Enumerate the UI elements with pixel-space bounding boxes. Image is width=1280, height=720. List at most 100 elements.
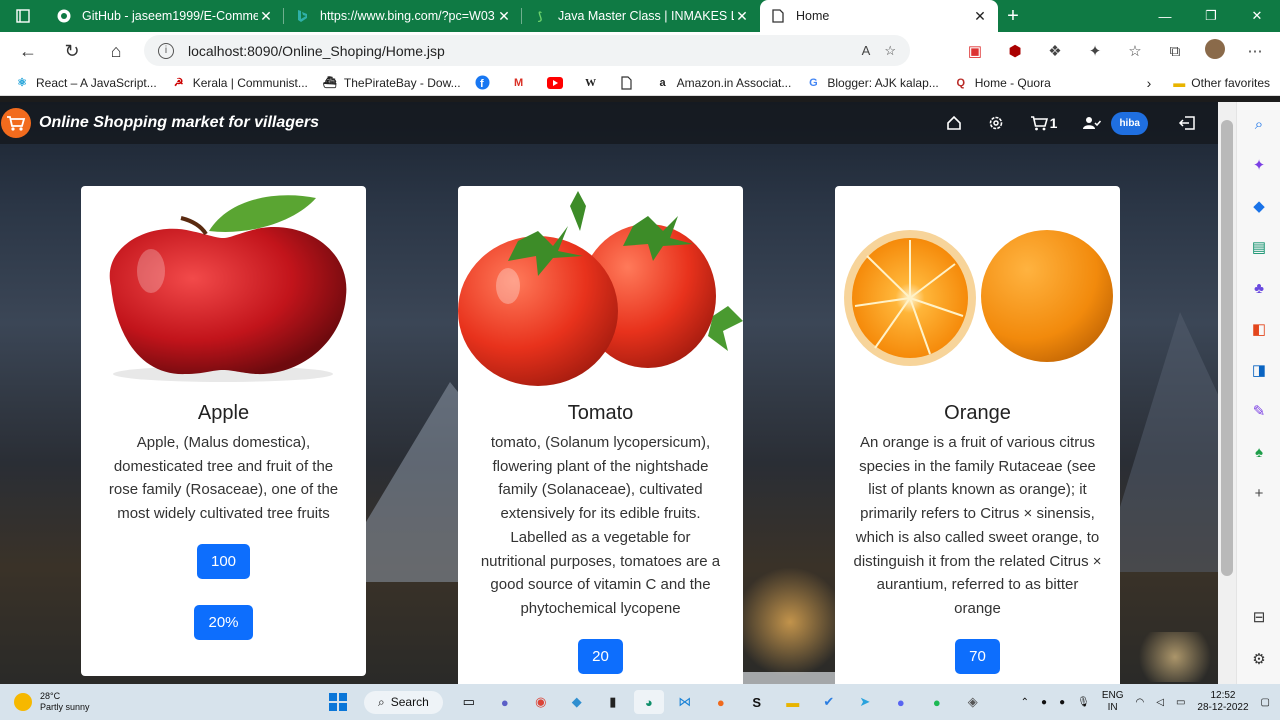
page-scrollbar[interactable] [1218,102,1236,684]
refresh-icon[interactable]: ↻ [50,32,94,70]
tab-inmakes[interactable]: ⟆ Java Master Class | INMAKES LEA ✕ [522,0,760,32]
read-aloud-icon[interactable]: A [862,43,871,58]
more-icon[interactable]: ⋯ [1238,42,1272,60]
tray-app-icon[interactable]: ● [1041,697,1047,708]
avatar[interactable] [1198,38,1232,64]
file-explorer-icon[interactable]: ▬ [778,690,808,714]
collections-icon[interactable]: ⧉ [1158,43,1192,60]
favorite-item[interactable]: a Amazon.in Associat... [655,75,792,91]
weather-widget[interactable]: 28°C Partly sunny [14,691,90,713]
close-icon[interactable]: ✕ [972,8,988,25]
shopping-icon[interactable]: ◆ [1237,186,1280,227]
price-button[interactable]: 70 [955,638,1000,674]
url-text[interactable]: localhost:8090/Online_Shoping/Home.jsp [188,43,848,59]
tab-github[interactable]: GitHub - jaseem1999/E-Commer ✕ [46,0,284,32]
add-icon[interactable]: + [1237,473,1280,514]
tray-app-icon[interactable]: ● [1059,697,1065,708]
favorite-item[interactable]: M [511,75,533,91]
tree-icon[interactable]: ♠ [1237,432,1280,473]
extension-icon[interactable]: ▣ [958,42,992,60]
product-card: Apple Apple, (Malus domestica), domestic… [81,186,366,676]
settings-icon[interactable]: ⚙ [1237,639,1280,680]
notification-icon[interactable]: ▢ [1261,697,1270,708]
brand-title[interactable]: Online Shopping market for villagers [39,114,319,132]
user-check-icon[interactable] [1083,116,1102,130]
chrome-icon[interactable]: ◉ [526,690,556,714]
designer-icon[interactable]: ✎ [1237,391,1280,432]
discount-button[interactable]: 20% [194,604,253,640]
cart-icon[interactable]: 1 [1030,115,1057,131]
restore-icon[interactable]: ❐ [1188,0,1234,32]
wifi-icon[interactable]: ◠ [1136,697,1145,708]
cart-logo-icon[interactable] [1,108,31,138]
taskbar-search[interactable]: ⌕ Search [364,690,443,714]
close-window-icon[interactable]: ✕ [1234,0,1280,32]
dropbox-icon[interactable]: ❖ [1038,42,1072,60]
price-button[interactable]: 100 [196,543,251,579]
favorite-item[interactable]: W [583,75,605,91]
chevron-up-icon[interactable]: ⌃ [1021,697,1029,708]
home-icon[interactable] [946,115,962,131]
outlook-icon[interactable]: ◨ [1237,350,1280,391]
start-icon[interactable] [323,690,353,714]
favorites-icon[interactable]: ☆ [1118,42,1152,60]
task-view-icon[interactable]: ▭ [454,690,484,714]
product-name: Apple [197,402,250,424]
favorite-item[interactable]: ⚛ React – A JavaScript... [14,75,157,91]
volume-icon[interactable]: ◁ [1156,697,1164,708]
battery-icon[interactable]: ▭ [1176,697,1185,708]
gear-icon[interactable] [988,115,1004,131]
user-badge[interactable]: hiba [1111,111,1148,135]
copilot-icon[interactable]: ✦ [1237,145,1280,186]
app-icon[interactable]: ◈ [958,690,988,714]
close-icon[interactable]: ✕ [734,8,750,25]
vscode-icon[interactable]: ⋈ [670,690,700,714]
favorite-item[interactable]: ☭ Kerala | Communist... [171,75,308,91]
price-button[interactable]: 20 [578,638,623,674]
extensions-icon[interactable]: ✦ [1078,42,1112,60]
split-screen-icon[interactable]: ⊟ [1237,597,1280,638]
microphone-icon[interactable]: 🎙 [1077,697,1090,708]
tab-bing[interactable]: https://www.bing.com/?pc=W03 ✕ [284,0,522,32]
favorite-item[interactable]: ⛴ ThePirateBay - Dow... [322,75,461,91]
clock[interactable]: 12:52 28-12-2022 [1197,690,1248,714]
edge-icon[interactable]: ◕ [633,690,664,714]
discord-icon[interactable]: ● [886,690,916,714]
back-icon[interactable]: ← [6,32,50,70]
favorite-item[interactable]: Q Home - Quora [953,75,1050,91]
spotify-icon[interactable]: ● [922,690,952,714]
windows-taskbar: 28°C Partly sunny ⌕ Search ▭ ● ◉ ◆ ▮ ◕ ⋈ … [0,684,1280,720]
ublock-icon[interactable]: ⬢ [998,42,1032,60]
info-icon[interactable]: i [158,42,174,59]
favorite-item[interactable] [619,75,641,91]
home-icon[interactable]: ⌂ [94,32,138,70]
tab-home[interactable]: Home ✕ [760,0,998,32]
favorite-item[interactable]: G Blogger: AJK kalap... [805,75,939,91]
todo-icon[interactable]: ✔ [814,690,844,714]
logout-icon[interactable] [1178,115,1196,131]
minimize-icon[interactable]: — [1142,0,1188,32]
chevron-right-icon[interactable]: › [1147,75,1152,91]
tools-icon[interactable]: ▤ [1237,227,1280,268]
telegram-icon[interactable]: ➤ [850,690,880,714]
language-indicator[interactable]: ENG IN [1102,690,1124,714]
git-icon[interactable]: ◆ [562,690,592,714]
search-icon[interactable]: ⌕ [1237,104,1280,145]
add-favorite-icon[interactable]: ☆ [884,43,896,59]
postman-icon[interactable]: ● [706,690,736,714]
terminal-icon[interactable]: ▮ [598,690,628,714]
scrollbar-thumb[interactable] [1221,120,1233,576]
games-icon[interactable]: ♣ [1237,268,1280,309]
address-bar[interactable]: i localhost:8090/Online_Shoping/Home.jsp… [144,35,910,66]
other-favorites[interactable]: › ▬ Other favorites [1147,70,1270,96]
s-app-icon[interactable]: S [742,690,772,714]
office-icon[interactable]: ◧ [1237,309,1280,350]
favorite-item[interactable] [546,75,569,91]
close-icon[interactable]: ✕ [496,8,512,25]
teams-icon[interactable]: ● [490,690,520,714]
tab-actions-icon[interactable] [0,0,46,32]
new-tab-button[interactable]: + [998,5,1028,28]
favorite-item[interactable]: f [475,75,497,91]
google-icon: G [809,76,818,89]
close-icon[interactable]: ✕ [258,8,274,25]
